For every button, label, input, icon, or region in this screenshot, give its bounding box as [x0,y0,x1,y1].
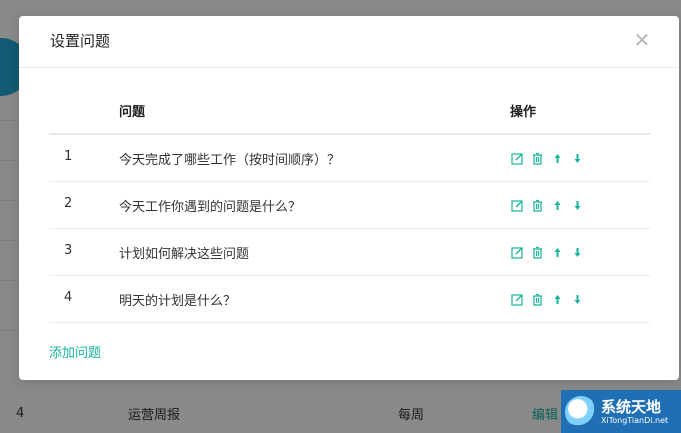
row-actions [510,198,590,212]
edit-icon[interactable] [510,292,524,306]
watermark: 系统天地 XiTongTianDi.net [561,390,681,433]
row-actions [510,151,590,165]
row-actions [510,292,590,306]
row-index: 2 [64,196,73,211]
table-row: 2 今天工作你遇到的问题是什么？ [49,182,650,229]
row-question: 今天完成了哪些工作（按时间顺序）？ [119,153,341,168]
trash-icon[interactable] [530,245,544,259]
arrow-up-icon[interactable] [550,198,564,212]
trash-icon[interactable] [530,198,544,212]
arrow-up-icon[interactable] [550,245,564,259]
arrow-up-icon[interactable] [550,151,564,165]
questions-table: 问题 操作 1 今天完成了哪些工作（按时间顺序）？ 2 今天工作你遇到的问题是什… [49,86,650,323]
watermark-title: 系统天地 [601,397,662,416]
row-question: 明天的计划是什么？ [119,294,237,309]
arrow-down-icon[interactable] [570,198,584,212]
arrow-down-icon[interactable] [570,151,584,165]
arrow-down-icon[interactable] [570,245,584,259]
modal-header: 设置问题 ✕ [19,16,679,68]
row-index: 3 [64,243,73,258]
row-actions [510,245,590,259]
settings-modal: 设置问题 ✕ 问题 操作 1 今天完成了哪些工作（按时间顺序）？ 2 今天工作你… [19,16,679,380]
close-icon[interactable]: ✕ [633,30,651,50]
watermark-text: 系统天地 XiTongTianDi.net [601,398,668,426]
edit-icon[interactable] [510,245,524,259]
table-row: 4 明天的计划是什么？ [49,276,650,323]
trash-icon[interactable] [530,151,544,165]
modal-title: 设置问题 [50,32,111,50]
header-question: 问题 [119,105,146,120]
row-question: 计划如何解决这些问题 [119,247,250,262]
edit-icon[interactable] [510,198,524,212]
watermark-url: XiTongTianDi.net [601,415,669,425]
table-row: 3 计划如何解决这些问题 [49,229,650,276]
add-question-link[interactable]: 添加问题 [49,342,101,361]
table-row: 1 今天完成了哪些工作（按时间顺序）？ [49,135,650,182]
row-question: 今天工作你遇到的问题是什么？ [119,200,302,215]
arrow-down-icon[interactable] [570,292,584,306]
arrow-up-icon[interactable] [550,292,564,306]
trash-icon[interactable] [530,292,544,306]
watermark-logo-icon [565,395,597,428]
row-index: 4 [64,290,73,305]
table-header: 问题 操作 [49,86,650,135]
edit-icon[interactable] [510,151,524,165]
row-index: 1 [64,149,73,164]
header-operations: 操作 [510,105,537,120]
